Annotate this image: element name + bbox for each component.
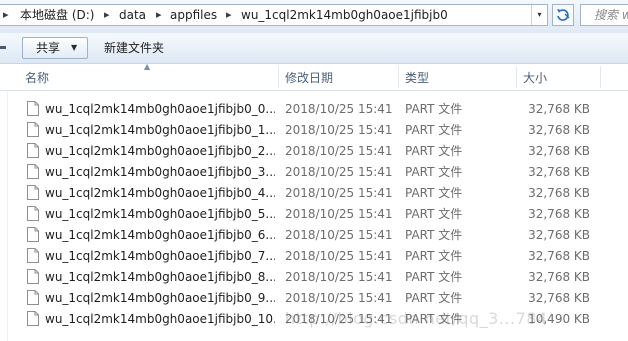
file-name: wu_1cql2mk14mb0gh0aoe1jfibjb0_10.... — [45, 312, 275, 326]
column-divider[interactable] — [278, 66, 279, 88]
file-name: wu_1cql2mk14mb0gh0aoe1jfibjb0_0.... — [45, 102, 275, 116]
file-type: PART 文件 — [405, 123, 463, 137]
document-icon — [27, 143, 39, 158]
address-bar[interactable]: ▸ 本地磁盘 (D:) ▸ data ▸ appfiles ▸ wu_1cql2… — [0, 4, 548, 26]
file-size: 32,768 KB — [528, 165, 590, 179]
file-type: PART 文件 — [405, 186, 463, 200]
file-modified-date: 2018/10/25 15:41 — [285, 102, 393, 116]
file-size: 32,768 KB — [528, 228, 590, 242]
document-icon — [27, 185, 39, 200]
address-bar-row: ▸ 本地磁盘 (D:) ▸ data ▸ appfiles ▸ wu_1cql2… — [0, 0, 628, 33]
file-name: wu_1cql2mk14mb0gh0aoe1jfibjb0_5.... — [45, 207, 275, 221]
document-icon — [27, 269, 39, 284]
file-size: 32,768 KB — [528, 123, 590, 137]
document-icon — [27, 311, 39, 326]
file-name: wu_1cql2mk14mb0gh0aoe1jfibjb0_7.... — [45, 249, 275, 263]
file-size: 32,768 KB — [528, 186, 590, 200]
file-modified-date: 2018/10/25 15:41 — [285, 144, 393, 158]
file-row[interactable]: wu_1cql2mk14mb0gh0aoe1jfibjb0_0.... 2018/… — [0, 99, 628, 120]
document-icon — [27, 122, 39, 137]
document-icon — [27, 290, 39, 305]
file-name: wu_1cql2mk14mb0gh0aoe1jfibjb0_9.... — [45, 291, 275, 305]
file-modified-date: 2018/10/25 15:41 — [285, 207, 393, 221]
column-header-type[interactable]: 类型 — [405, 64, 429, 90]
breadcrumb-appfiles[interactable]: appfiles — [170, 5, 217, 25]
file-size: 32,768 KB — [528, 270, 590, 284]
breadcrumb-data[interactable]: data — [119, 5, 146, 25]
breadcrumb-separator[interactable]: ▸ — [156, 5, 162, 25]
file-row[interactable]: wu_1cql2mk14mb0gh0aoe1jfibjb0_9.... 2018/… — [0, 288, 628, 309]
file-modified-date: 2018/10/25 15:41 — [285, 291, 393, 305]
file-row[interactable]: wu_1cql2mk14mb0gh0aoe1jfibjb0_6.... 2018/… — [0, 225, 628, 246]
refresh-button[interactable] — [552, 4, 574, 26]
document-icon — [27, 164, 39, 179]
share-button[interactable]: 共享 ▼ — [22, 37, 88, 59]
file-name: wu_1cql2mk14mb0gh0aoe1jfibjb0_6.... — [45, 228, 275, 242]
file-type: PART 文件 — [405, 144, 463, 158]
file-size: 32,768 KB — [528, 144, 590, 158]
file-name: wu_1cql2mk14mb0gh0aoe1jfibjb0_2.... — [45, 144, 275, 158]
column-divider[interactable] — [516, 66, 517, 88]
document-icon — [27, 101, 39, 116]
file-type: PART 文件 — [405, 207, 463, 221]
breadcrumb-separator[interactable]: ▸ — [3, 5, 9, 25]
file-name: wu_1cql2mk14mb0gh0aoe1jfibjb0_4.... — [45, 186, 275, 200]
file-name: wu_1cql2mk14mb0gh0aoe1jfibjb0_8.... — [45, 270, 275, 284]
column-header-size[interactable]: 大小 — [523, 64, 547, 90]
chevron-down-icon: ▼ — [71, 43, 78, 52]
document-icon — [27, 206, 39, 221]
search-input[interactable]: 搜索 wu_1cql2mk14mb0gh0aoe1jfibjb0 — [580, 4, 628, 26]
file-type: PART 文件 — [405, 270, 463, 284]
file-type: PART 文件 — [405, 165, 463, 179]
file-size: 32,768 KB — [528, 249, 590, 263]
file-row[interactable]: wu_1cql2mk14mb0gh0aoe1jfibjb0_8.... 2018/… — [0, 267, 628, 288]
breadcrumb-drive[interactable]: 本地磁盘 (D:) — [20, 5, 94, 25]
watermark-text: http://blog.csdn.net/qq_3...784 — [285, 309, 548, 328]
column-header-row: ▲ 名称 修改日期 类型 大小 — [0, 62, 628, 91]
file-modified-date: 2018/10/25 15:41 — [285, 270, 393, 284]
column-header-date[interactable]: 修改日期 — [285, 64, 333, 90]
file-type: PART 文件 — [405, 228, 463, 242]
column-divider[interactable] — [600, 66, 601, 88]
file-modified-date: 2018/10/25 15:41 — [285, 186, 393, 200]
document-icon — [27, 248, 39, 263]
document-icon — [27, 227, 39, 242]
breadcrumb-current-folder[interactable]: wu_1cql2mk14mb0gh0aoe1jfibjb0 — [241, 5, 448, 25]
address-history-dropdown-icon[interactable]: ▾ — [531, 5, 547, 25]
sort-ascending-icon: ▲ — [144, 62, 151, 71]
breadcrumb-separator[interactable]: ▸ — [226, 5, 232, 25]
new-folder-button[interactable]: 新建文件夹 — [104, 37, 164, 59]
share-label: 共享 — [36, 41, 61, 55]
file-modified-date: 2018/10/25 15:41 — [285, 123, 393, 137]
file-type: PART 文件 — [405, 249, 463, 263]
file-size: 32,768 KB — [528, 102, 590, 116]
file-size: 32,768 KB — [528, 291, 590, 305]
column-header-name[interactable]: 名称 — [25, 64, 49, 90]
file-name: wu_1cql2mk14mb0gh0aoe1jfibjb0_1.... — [45, 123, 275, 137]
file-modified-date: 2018/10/25 15:41 — [285, 228, 393, 242]
file-row[interactable]: wu_1cql2mk14mb0gh0aoe1jfibjb0_1.... 2018/… — [0, 120, 628, 141]
file-row[interactable]: wu_1cql2mk14mb0gh0aoe1jfibjb0_2.... 2018/… — [0, 141, 628, 162]
refresh-icon — [557, 9, 570, 21]
file-row[interactable]: wu_1cql2mk14mb0gh0aoe1jfibjb0_7.... 2018/… — [0, 246, 628, 267]
file-type: PART 文件 — [405, 291, 463, 305]
file-modified-date: 2018/10/25 15:41 — [285, 249, 393, 263]
toolbar-handle — [0, 46, 6, 49]
command-toolbar: 共享 ▼ 新建文件夹 — [0, 33, 628, 64]
column-divider[interactable] — [398, 66, 399, 88]
file-modified-date: 2018/10/25 15:41 — [285, 165, 393, 179]
file-row[interactable]: wu_1cql2mk14mb0gh0aoe1jfibjb0_4.... 2018/… — [0, 183, 628, 204]
file-size: 32,768 KB — [528, 207, 590, 221]
file-row[interactable]: wu_1cql2mk14mb0gh0aoe1jfibjb0_3.... 2018/… — [0, 162, 628, 183]
breadcrumb-separator[interactable]: ▸ — [104, 5, 110, 25]
file-row[interactable]: wu_1cql2mk14mb0gh0aoe1jfibjb0_5.... 2018/… — [0, 204, 628, 225]
file-type: PART 文件 — [405, 102, 463, 116]
file-name: wu_1cql2mk14mb0gh0aoe1jfibjb0_3.... — [45, 165, 275, 179]
